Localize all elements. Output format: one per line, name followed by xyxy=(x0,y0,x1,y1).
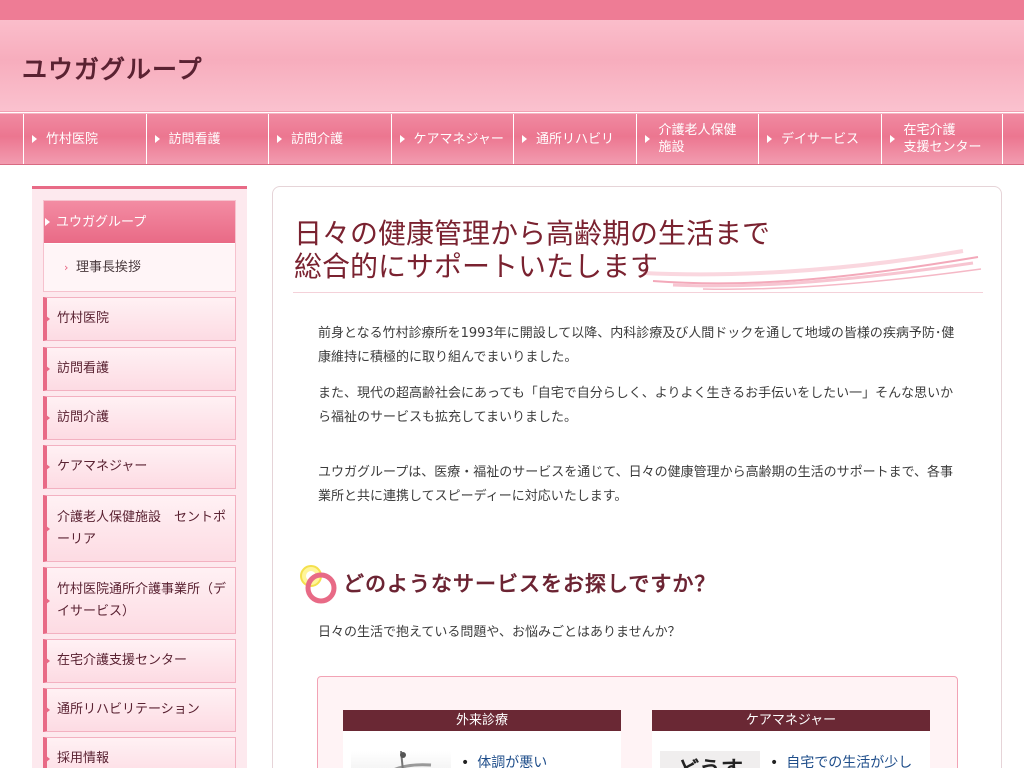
nav-item-home-care-center[interactable]: 在宅介護 支援センター xyxy=(880,114,1003,164)
nav-arrow-icon xyxy=(644,135,650,143)
nav-item-label: 訪問介護 xyxy=(291,131,344,147)
sidebar-item-label: 竹村医院 xyxy=(57,311,110,326)
sidebar-item-visiting-care[interactable]: 訪問介護 xyxy=(43,396,236,440)
what-to-do-image: どうする？ xyxy=(660,751,760,768)
nav-arrow-icon xyxy=(32,135,37,143)
arrow-icon xyxy=(45,524,50,533)
arrow-icon xyxy=(45,463,50,471)
service-card-bullet[interactable]: • 体調が悪い xyxy=(461,752,547,768)
intro-paragraph-1: 前身となる竹村診療所を1993年に開設して以降、内科診療及び人間ドックを通して地… xyxy=(318,326,955,365)
stethoscope-image xyxy=(351,751,451,768)
nav-arrow-icon xyxy=(154,135,160,143)
intro-paragraph-3: ユウガグループは、医療・福祉のサービスを通じて、日々の健康管理から高齢期の生活の… xyxy=(318,465,954,504)
sidebar-item-visiting-nursing[interactable]: 訪問看護 xyxy=(43,347,236,391)
nav-arrow-icon xyxy=(889,135,895,143)
sidebar-item-label: 採用情報 xyxy=(57,751,110,766)
service-box: 外来診療 • 体調が悪い ケアマネジャー どうする？ • 自宅での生活が少し xyxy=(317,676,958,768)
nav-arrow-icon xyxy=(522,135,527,143)
nav-arrow-icon xyxy=(767,135,772,143)
service-card-outpatient[interactable]: 外来診療 • 体調が悪い xyxy=(343,710,621,768)
nav-item-label: 在宅介護 支援センター xyxy=(903,123,982,155)
main-content: 日々の健康管理から高齢期の生活まで 総合的にサポートいたします 前身となる竹村診… xyxy=(272,186,1002,768)
arrow-icon xyxy=(45,218,50,226)
service-search-heading: どのようなサービスをお探しですか？ xyxy=(343,572,717,596)
sidebar-item-care-manager[interactable]: ケアマネジャー xyxy=(43,445,236,489)
main-heading-block: 日々の健康管理から高齢期の生活まで 総合的にサポートいたします xyxy=(293,217,983,293)
circles-icon xyxy=(300,565,337,604)
sidebar-item-label: 訪問看護 xyxy=(57,361,110,376)
sidebar-item-label: 竹村医院通所介護事業所（デイサービス） xyxy=(57,581,227,619)
sidebar-item-elderly-facility[interactable]: 介護老人保健施設 セントポーリア xyxy=(43,495,236,562)
nav-item-label: 訪問看護 xyxy=(168,131,221,147)
page-title-line1: 日々の健康管理から高齢期の生活まで xyxy=(294,217,771,250)
nav-item-day-service[interactable]: デイサービス xyxy=(758,114,881,164)
service-card-care-manager[interactable]: ケアマネジャー どうする？ • 自宅での生活が少し xyxy=(652,710,930,768)
sidebar-item-day-service[interactable]: 竹村医院通所介護事業所（デイサービス） xyxy=(43,567,236,634)
intro-paragraph-2: また、現代の超高齢社会にあっても「自宅で自分らしく、よりよく生きるお手伝いをした… xyxy=(318,386,954,425)
sidebar-item-home-care-center[interactable]: 在宅介護支援センター xyxy=(43,639,236,683)
sidebar-subitem-greeting[interactable]: › 理事長挨拶 xyxy=(44,245,235,291)
site-header: ユウガグループ xyxy=(0,0,1024,112)
sidebar-item-label: ケアマネジャー xyxy=(57,459,148,474)
service-card-title: ケアマネジャー xyxy=(652,710,930,731)
nav-item-visiting-care[interactable]: 訪問介護 xyxy=(268,114,391,164)
sidebar-item-takemura-clinic[interactable]: 竹村医院 xyxy=(43,297,236,341)
nav-item-label: 竹村医院 xyxy=(46,131,99,147)
bullet-dot: • xyxy=(461,755,470,768)
arrow-icon xyxy=(45,414,50,422)
sidebar-group-yuga: ユウガグループ › 理事長挨拶 xyxy=(43,200,236,292)
bullet-text: 自宅での生活が少し xyxy=(786,755,913,768)
arrow-icon xyxy=(45,365,50,373)
nav-item-label: 介護老人保健 施設 xyxy=(658,123,737,155)
page-title: 日々の健康管理から高齢期の生活まで 総合的にサポートいたします xyxy=(294,217,770,283)
nav-item-label: 通所リハビリ xyxy=(536,131,615,147)
site-title[interactable]: ユウガグループ xyxy=(22,50,203,86)
nav-arrow-icon xyxy=(277,135,282,143)
sidebar-item-yuga-group[interactable]: ユウガグループ xyxy=(44,201,235,244)
arrow-icon xyxy=(45,657,50,665)
service-card-bullet[interactable]: • 自宅での生活が少し xyxy=(770,752,912,768)
arrow-icon xyxy=(45,596,50,605)
sidebar-subitem-label: 理事長挨拶 xyxy=(76,260,142,275)
sidebar-item-label: ユウガグループ xyxy=(56,215,147,230)
arrow-icon xyxy=(45,755,50,763)
sidebar-item-label: 訪問介護 xyxy=(57,410,110,425)
chevron-right-icon: › xyxy=(64,261,69,274)
sidebar-item-label: 介護老人保健施設 セントポーリア xyxy=(57,509,227,547)
global-nav: 竹村医院 訪問看護 訪問介護 ケアマネジャー 通所リハビリ 介護老人保健 施設 … xyxy=(0,113,1024,165)
service-search-text: 日々の生活で抱えている問題や、お悩みごとはありませんか？ xyxy=(318,625,681,640)
sidebar-item-label: 在宅介護支援センター xyxy=(57,653,188,668)
page-title-line2: 総合的にサポートいたします xyxy=(294,250,659,283)
sidebar: ユウガグループ › 理事長挨拶 竹村医院 訪問看護 訪問介護 ケアマネジャー 介… xyxy=(32,186,247,768)
header-top-bar xyxy=(0,0,1024,20)
nav-item-label: デイサービス xyxy=(781,131,860,147)
nav-item-day-rehab[interactable]: 通所リハビリ xyxy=(513,114,636,164)
bullet-dot: • xyxy=(770,755,779,768)
arrow-icon xyxy=(45,315,50,323)
arrow-icon xyxy=(45,706,50,714)
sidebar-item-recruitment[interactable]: 採用情報 xyxy=(43,737,236,768)
nav-item-takemura-clinic[interactable]: 竹村医院 xyxy=(23,114,146,164)
nav-item-label: ケアマネジャー xyxy=(413,131,504,147)
nav-arrow-icon xyxy=(399,135,405,143)
nav-item-care-manager[interactable]: ケアマネジャー xyxy=(390,114,514,164)
sidebar-item-day-rehabilitation[interactable]: 通所リハビリテーション xyxy=(43,688,236,732)
nav-item-elderly-facility[interactable]: 介護老人保健 施設 xyxy=(635,114,759,164)
sidebar-item-label: 通所リハビリテーション xyxy=(57,702,200,717)
nav-item-visiting-nursing[interactable]: 訪問看護 xyxy=(145,114,269,164)
service-card-title: 外来診療 xyxy=(343,710,621,731)
bullet-text: 体調が悪い xyxy=(477,755,548,768)
